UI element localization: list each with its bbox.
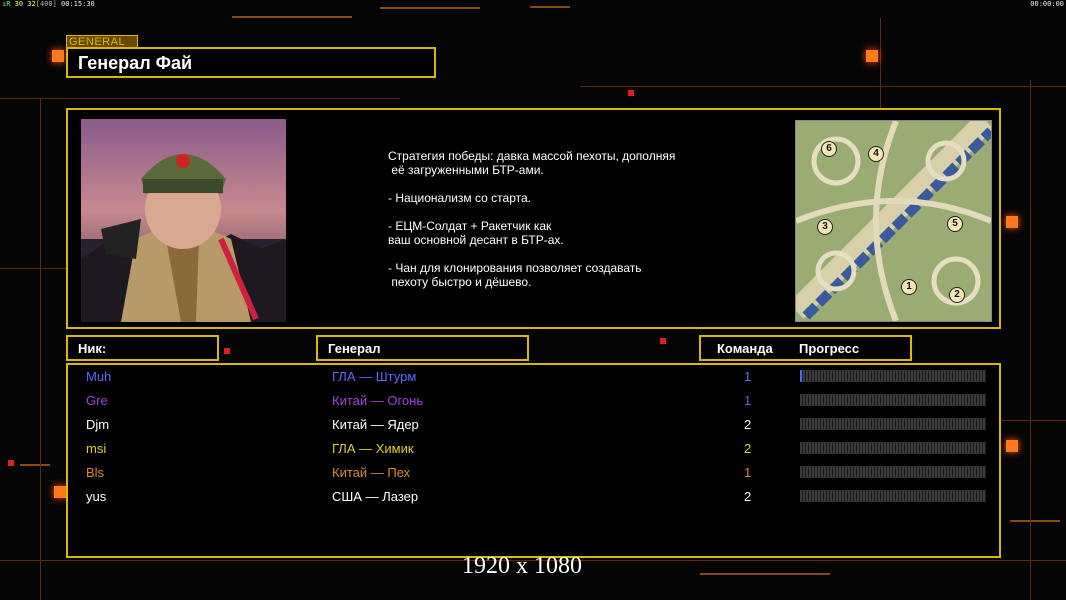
player-general: Китай — Пех — [332, 465, 411, 480]
minimap-marker: 2 — [949, 287, 965, 303]
header-general: Генерал — [316, 335, 529, 361]
decor-square — [1006, 216, 1018, 228]
minimap-marker: 4 — [868, 146, 884, 162]
player-progress-bar — [800, 490, 986, 502]
player-row: msi ГЛА — Химик 2 — [68, 438, 999, 462]
minimap-marker: 3 — [817, 219, 833, 235]
briefing-panel: Стратегия победы: давка массой пехоты, д… — [66, 108, 1001, 329]
player-progress-bar — [800, 418, 986, 430]
minimap-marker: 6 — [821, 141, 837, 157]
hud-prefix: ıR — [2, 0, 11, 8]
player-progress-bar — [800, 394, 986, 406]
player-progress-bar — [800, 466, 986, 478]
header-progress: Прогресс — [799, 341, 860, 356]
header-nick: Ник: — [66, 335, 219, 361]
hud-left: ıR 30 32[400] 00:15:30 — [2, 0, 95, 8]
player-list: Muh ГЛА — Штурм 1 Gre Китай — Огонь 1 Djm Китай… — [66, 363, 1001, 558]
player-team: 1 — [744, 465, 752, 480]
player-general: США — Лазер — [332, 489, 419, 504]
player-row: Gre Китай — Огонь 1 — [68, 390, 999, 414]
header-team: Команда — [717, 341, 773, 356]
player-row: yus США — Лазер 2 — [68, 486, 999, 510]
player-nick: Muh — [86, 369, 112, 384]
general-title: Генерал Фай — [66, 47, 436, 78]
decor-square — [1006, 440, 1018, 452]
minimap-marker: 1 — [901, 279, 917, 295]
player-nick: msi — [86, 441, 107, 456]
hud-bracket: [400] — [35, 0, 57, 8]
player-team: 1 — [744, 393, 752, 408]
player-progress-fill — [800, 370, 802, 382]
strategy-description: Стратегия победы: давка массой пехоты, д… — [388, 149, 676, 289]
player-row: Bls Китай — Пех 1 — [68, 462, 999, 486]
player-general: Китай — Огонь — [332, 393, 424, 408]
decor-square — [866, 50, 878, 62]
player-progress-bar — [800, 442, 986, 454]
decor-square — [54, 486, 66, 498]
header-team-progress: Команда Прогресс — [699, 335, 912, 361]
player-row: Djm Китай — Ядер 2 — [68, 414, 999, 438]
minimap: 6 4 3 5 1 2 — [795, 120, 992, 322]
resolution-label: 1920 x 1080 — [462, 553, 582, 579]
hud-time: 00:15:30 — [61, 0, 95, 8]
player-general: ГЛА — Штурм — [332, 369, 417, 384]
player-team: 1 — [744, 369, 752, 384]
decor-dot — [224, 348, 230, 354]
player-team: 2 — [744, 441, 752, 456]
player-general: Китай — Ядер — [332, 417, 419, 432]
player-nick: Bls — [86, 465, 105, 480]
minimap-marker: 5 — [947, 216, 963, 232]
decor-square — [52, 50, 64, 62]
hud-fps: 30 32 — [14, 0, 36, 8]
player-team: 2 — [744, 417, 752, 432]
player-nick: Gre — [86, 393, 108, 408]
decor-dot — [628, 90, 634, 96]
player-nick: yus — [86, 489, 107, 504]
player-progress-bar — [800, 370, 986, 382]
player-team: 2 — [744, 489, 752, 504]
decor-dot — [8, 460, 14, 466]
hud-right-time: 00:00:00 — [1030, 0, 1064, 8]
player-row: Muh ГЛА — Штурм 1 — [68, 366, 999, 390]
decor-dot — [660, 338, 666, 344]
player-general: ГЛА — Химик — [332, 441, 414, 456]
player-nick: Djm — [86, 417, 110, 432]
general-portrait — [81, 119, 286, 322]
